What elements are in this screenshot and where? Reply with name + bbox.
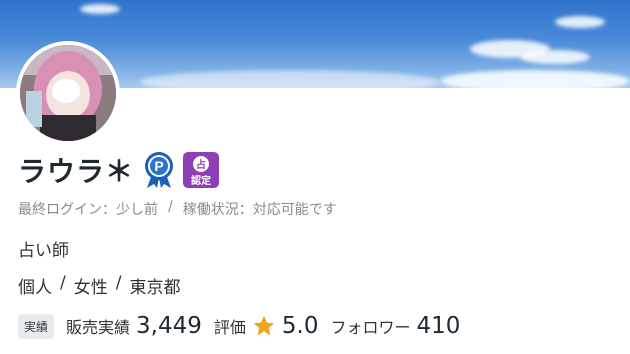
separator: /	[115, 273, 122, 293]
followers-label[interactable]: フォロワー	[330, 314, 410, 338]
separator: /	[60, 273, 66, 293]
stats-row: 実績 販売実績 3,449 評価 5.0 フォロワー 410	[18, 311, 460, 341]
meta-location: 東京都	[129, 278, 181, 298]
rating-label: 評価	[213, 318, 246, 337]
meta-row: 個人 / 女性 / 東京都	[18, 273, 180, 298]
status-row: 最終ログイン ： 少し前 / 稼働状況 ： 対応可能です	[18, 199, 337, 219]
rating-value: 5.0	[281, 313, 319, 339]
meta-gender: 女性	[73, 278, 108, 298]
profile-name: ラウラ	[18, 155, 106, 188]
star-icon	[253, 315, 275, 336]
p-badge-label: P	[154, 158, 163, 174]
last-login-value: 少し前	[116, 202, 158, 218]
colon: ：	[238, 202, 253, 218]
cert-badge-bottom: 認定	[191, 174, 211, 187]
sales-value: 3,449	[136, 313, 202, 339]
p-rank-badge-icon[interactable]: P	[142, 151, 176, 189]
name-mark: ＊	[105, 155, 135, 188]
colon: ：	[102, 202, 116, 218]
role: 占い師	[18, 241, 69, 261]
name-row: ラウラ ＊ P 占 認定	[18, 150, 220, 190]
work-status-value: 対応可能です	[252, 202, 337, 218]
cert-badge-top: 占	[196, 158, 206, 171]
avatar[interactable]	[16, 41, 120, 145]
work-status-label: 稼働状況	[182, 202, 239, 218]
separator: /	[168, 199, 173, 215]
achievement-tag: 実績	[18, 313, 55, 339]
certified-badge-icon[interactable]: 占 認定	[182, 151, 220, 189]
last-login-label: 最終ログイン	[18, 202, 102, 218]
meta-type: 個人	[18, 278, 52, 298]
followers-value[interactable]: 410	[417, 313, 461, 339]
sales-label: 販売実績	[66, 318, 131, 337]
avatar-photo	[20, 45, 116, 141]
